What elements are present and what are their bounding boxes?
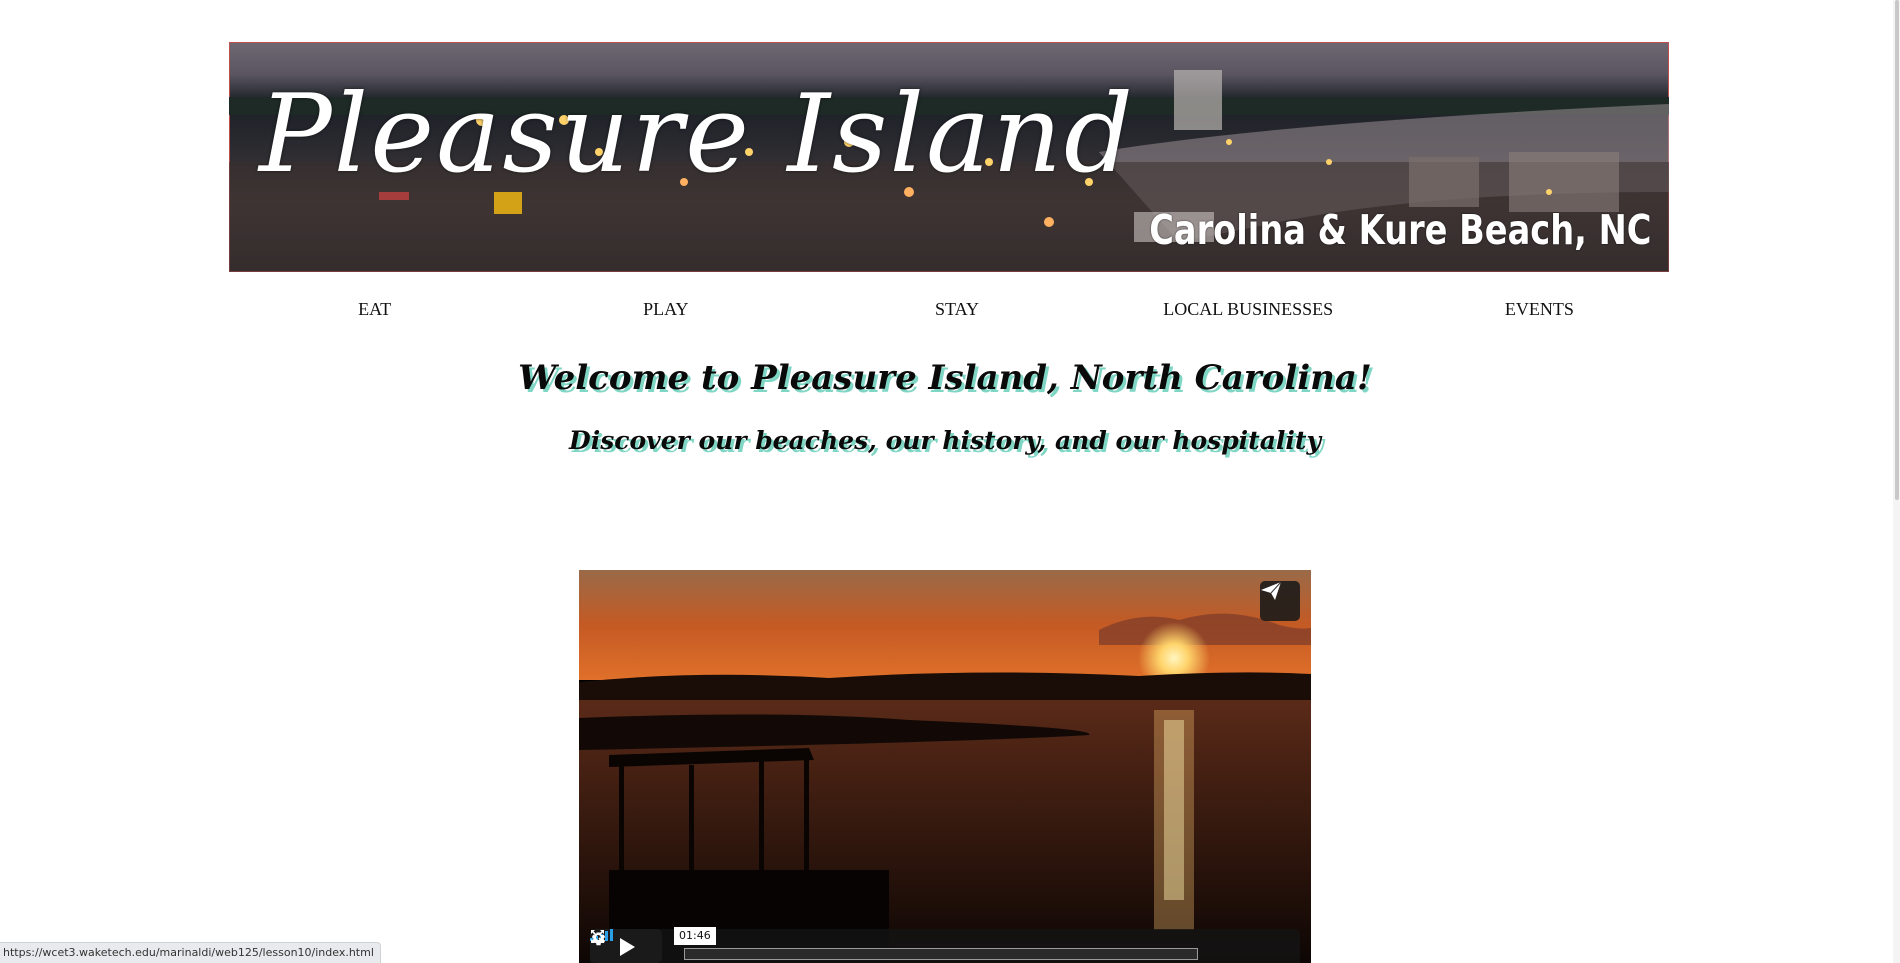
status-bar-url: https://wcet3.waketech.edu/marinaldi/web… [0, 942, 381, 963]
main-nav: EAT PLAY STAY LOCAL BUSINESSES EVENTS [229, 292, 1685, 326]
progress-bar[interactable] [684, 948, 1198, 960]
video-sunset-frame [579, 570, 1311, 963]
video-player[interactable]: 01:46 [579, 570, 1311, 963]
paper-plane-icon [1261, 581, 1282, 600]
nav-item-events[interactable]: EVENTS [1394, 292, 1685, 326]
page-scrollbar[interactable] [1893, 0, 1900, 963]
scrollbar-thumb[interactable] [1895, 0, 1899, 500]
nav-item-eat[interactable]: EAT [229, 292, 520, 326]
header-banner: Pleasure Island Carolina & Kure Beach, N… [229, 42, 1669, 272]
share-button[interactable] [1260, 581, 1300, 621]
page-heading: Welcome to Pleasure Island, North Caroli… [518, 358, 1372, 398]
nav-item-play[interactable]: PLAY [520, 292, 811, 326]
video-controls: 01:46 [590, 927, 1300, 963]
page-subheading: Discover our beaches, our history, and o… [569, 426, 1321, 455]
duration-badge: 01:46 [674, 927, 716, 945]
nav-item-stay[interactable]: STAY [811, 292, 1102, 326]
banner-subtitle: Carolina & Kure Beach, NC [1148, 206, 1651, 254]
play-icon [620, 938, 635, 956]
nav-item-local-businesses[interactable]: LOCAL BUSINESSES [1103, 292, 1394, 326]
fullscreen-icon[interactable] [590, 929, 605, 944]
banner-title: Pleasure Island [259, 72, 1136, 197]
